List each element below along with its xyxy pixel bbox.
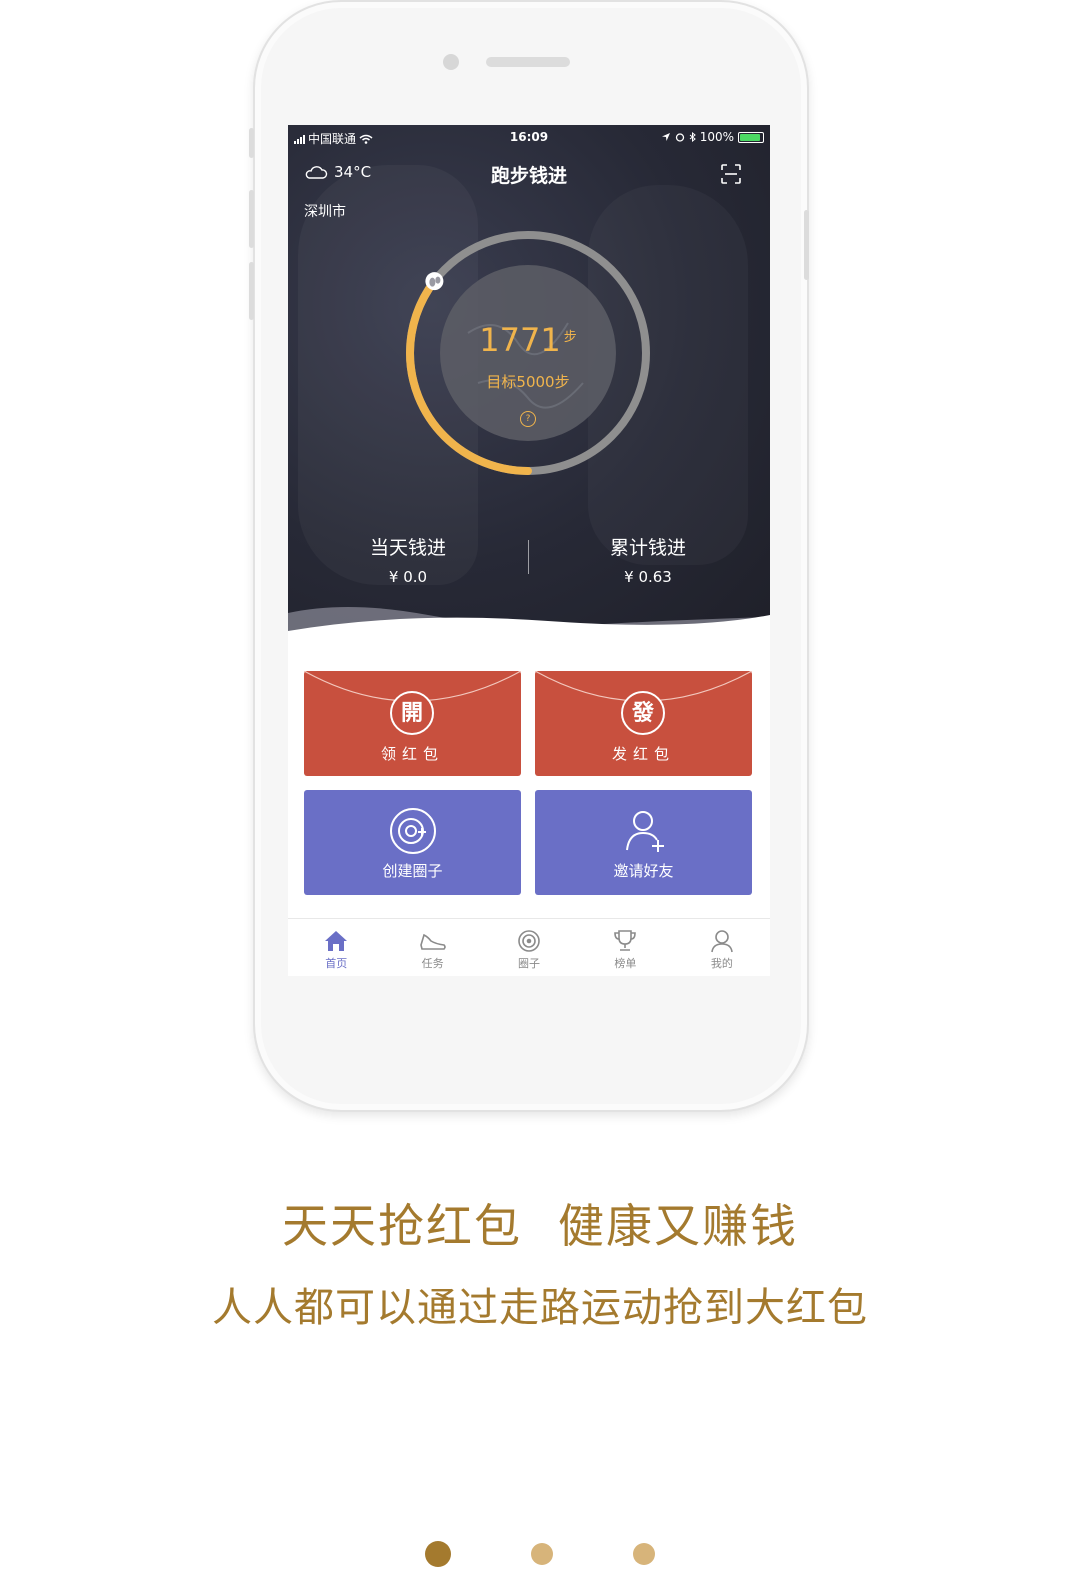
tab-rankings[interactable]: 榜单	[577, 919, 673, 976]
add-user-icon	[626, 811, 664, 852]
tab-profile[interactable]: 我的	[674, 919, 770, 976]
stats-divider	[528, 540, 529, 574]
tab-tasks[interactable]: 任务	[384, 919, 480, 976]
alarm-icon	[675, 133, 684, 142]
bluetooth-icon	[689, 132, 696, 142]
tab-circles[interactable]: 圈子	[481, 919, 577, 976]
invite-friend-label: 邀请好友	[613, 862, 674, 880]
send-seal-icon: 發	[621, 691, 665, 735]
create-circle-icon	[390, 808, 436, 854]
tab-circles-label: 圈子	[518, 957, 541, 970]
open-seal-icon: 開	[390, 691, 434, 735]
tab-tasks-label: 任务	[421, 957, 444, 970]
page-title: 跑步钱进	[490, 165, 567, 187]
phone-speaker	[486, 57, 570, 67]
battery-icon	[738, 131, 764, 143]
headline-part-b: 健康又赚钱	[558, 1199, 798, 1253]
step-count-value: 1771	[479, 321, 561, 359]
invite-friend-button[interactable]: 邀请好友	[535, 790, 752, 895]
today-earnings: 当天钱进 ¥ 0.0	[318, 533, 498, 586]
tab-home-label: 首页	[325, 957, 348, 970]
tab-rankings-label: 榜单	[614, 957, 637, 970]
today-earnings-label: 当天钱进	[369, 537, 446, 559]
phone-volume-up	[249, 190, 254, 248]
today-earnings-value: ¥ 0.0	[388, 568, 428, 586]
headline: 天天抢红包 健康又赚钱	[0, 1190, 1080, 1256]
page-indicator	[0, 1541, 1080, 1569]
bottom-tab-bar: 首页 任务 圈子 榜单 我的	[288, 918, 770, 976]
shoe-icon	[419, 933, 446, 950]
total-earnings: 累计钱进 ¥ 0.63	[558, 533, 738, 586]
create-circle-label: 创建圈子	[382, 862, 443, 880]
step-goal: 目标5000步	[486, 373, 570, 391]
total-earnings-value: ¥ 0.63	[624, 568, 672, 586]
phone-side-button	[249, 128, 254, 158]
send-red-packet-label: 发红包	[611, 745, 675, 763]
phone-volume-down	[249, 262, 254, 320]
tab-profile-label: 我的	[710, 957, 733, 970]
step-progress-ring: 1771 步 目标5000步 ?	[398, 223, 658, 483]
location-icon	[661, 133, 670, 141]
hero-panel: 中国联通 16:09 100% 34°C 深圳市 跑步钱进 1771 步 目标5…	[288, 125, 770, 641]
tab-home[interactable]: 首页	[288, 919, 384, 976]
receive-red-packet-label: 领红包	[380, 745, 444, 763]
step-count: 1771 步	[398, 321, 658, 359]
footprint-icon	[425, 272, 444, 291]
subline: 人人都可以通过走路运动抢到大红包	[212, 1285, 868, 1331]
circle-target-icon	[518, 930, 540, 952]
headline-part-a: 天天抢红包	[282, 1199, 522, 1253]
receive-red-packet-button[interactable]: 開 领红包	[304, 671, 521, 776]
help-icon[interactable]: ?	[520, 411, 536, 427]
battery-percent: 100%	[699, 130, 734, 144]
wave-divider	[288, 606, 770, 641]
page-dot-1[interactable]	[425, 1541, 451, 1567]
app-screen: 中国联通 16:09 100% 34°C 深圳市 跑步钱进 1771 步 目标5…	[288, 125, 770, 976]
phone-camera	[443, 54, 459, 70]
create-circle-button[interactable]: 创建圈子	[304, 790, 521, 895]
send-red-packet-button[interactable]: 發 发红包	[535, 671, 752, 776]
user-icon	[711, 930, 733, 953]
scan-icon[interactable]	[720, 163, 742, 185]
trophy-icon	[614, 930, 637, 951]
step-unit: 步	[563, 330, 577, 345]
page-dot-2[interactable]	[531, 1543, 553, 1565]
city-label: 深圳市	[304, 204, 346, 220]
page-dot-3[interactable]	[633, 1543, 655, 1565]
home-icon	[325, 931, 348, 951]
phone-power-button	[804, 210, 809, 280]
status-bar: 中国联通 16:09 100%	[288, 129, 770, 147]
total-earnings-label: 累计钱进	[609, 537, 686, 559]
